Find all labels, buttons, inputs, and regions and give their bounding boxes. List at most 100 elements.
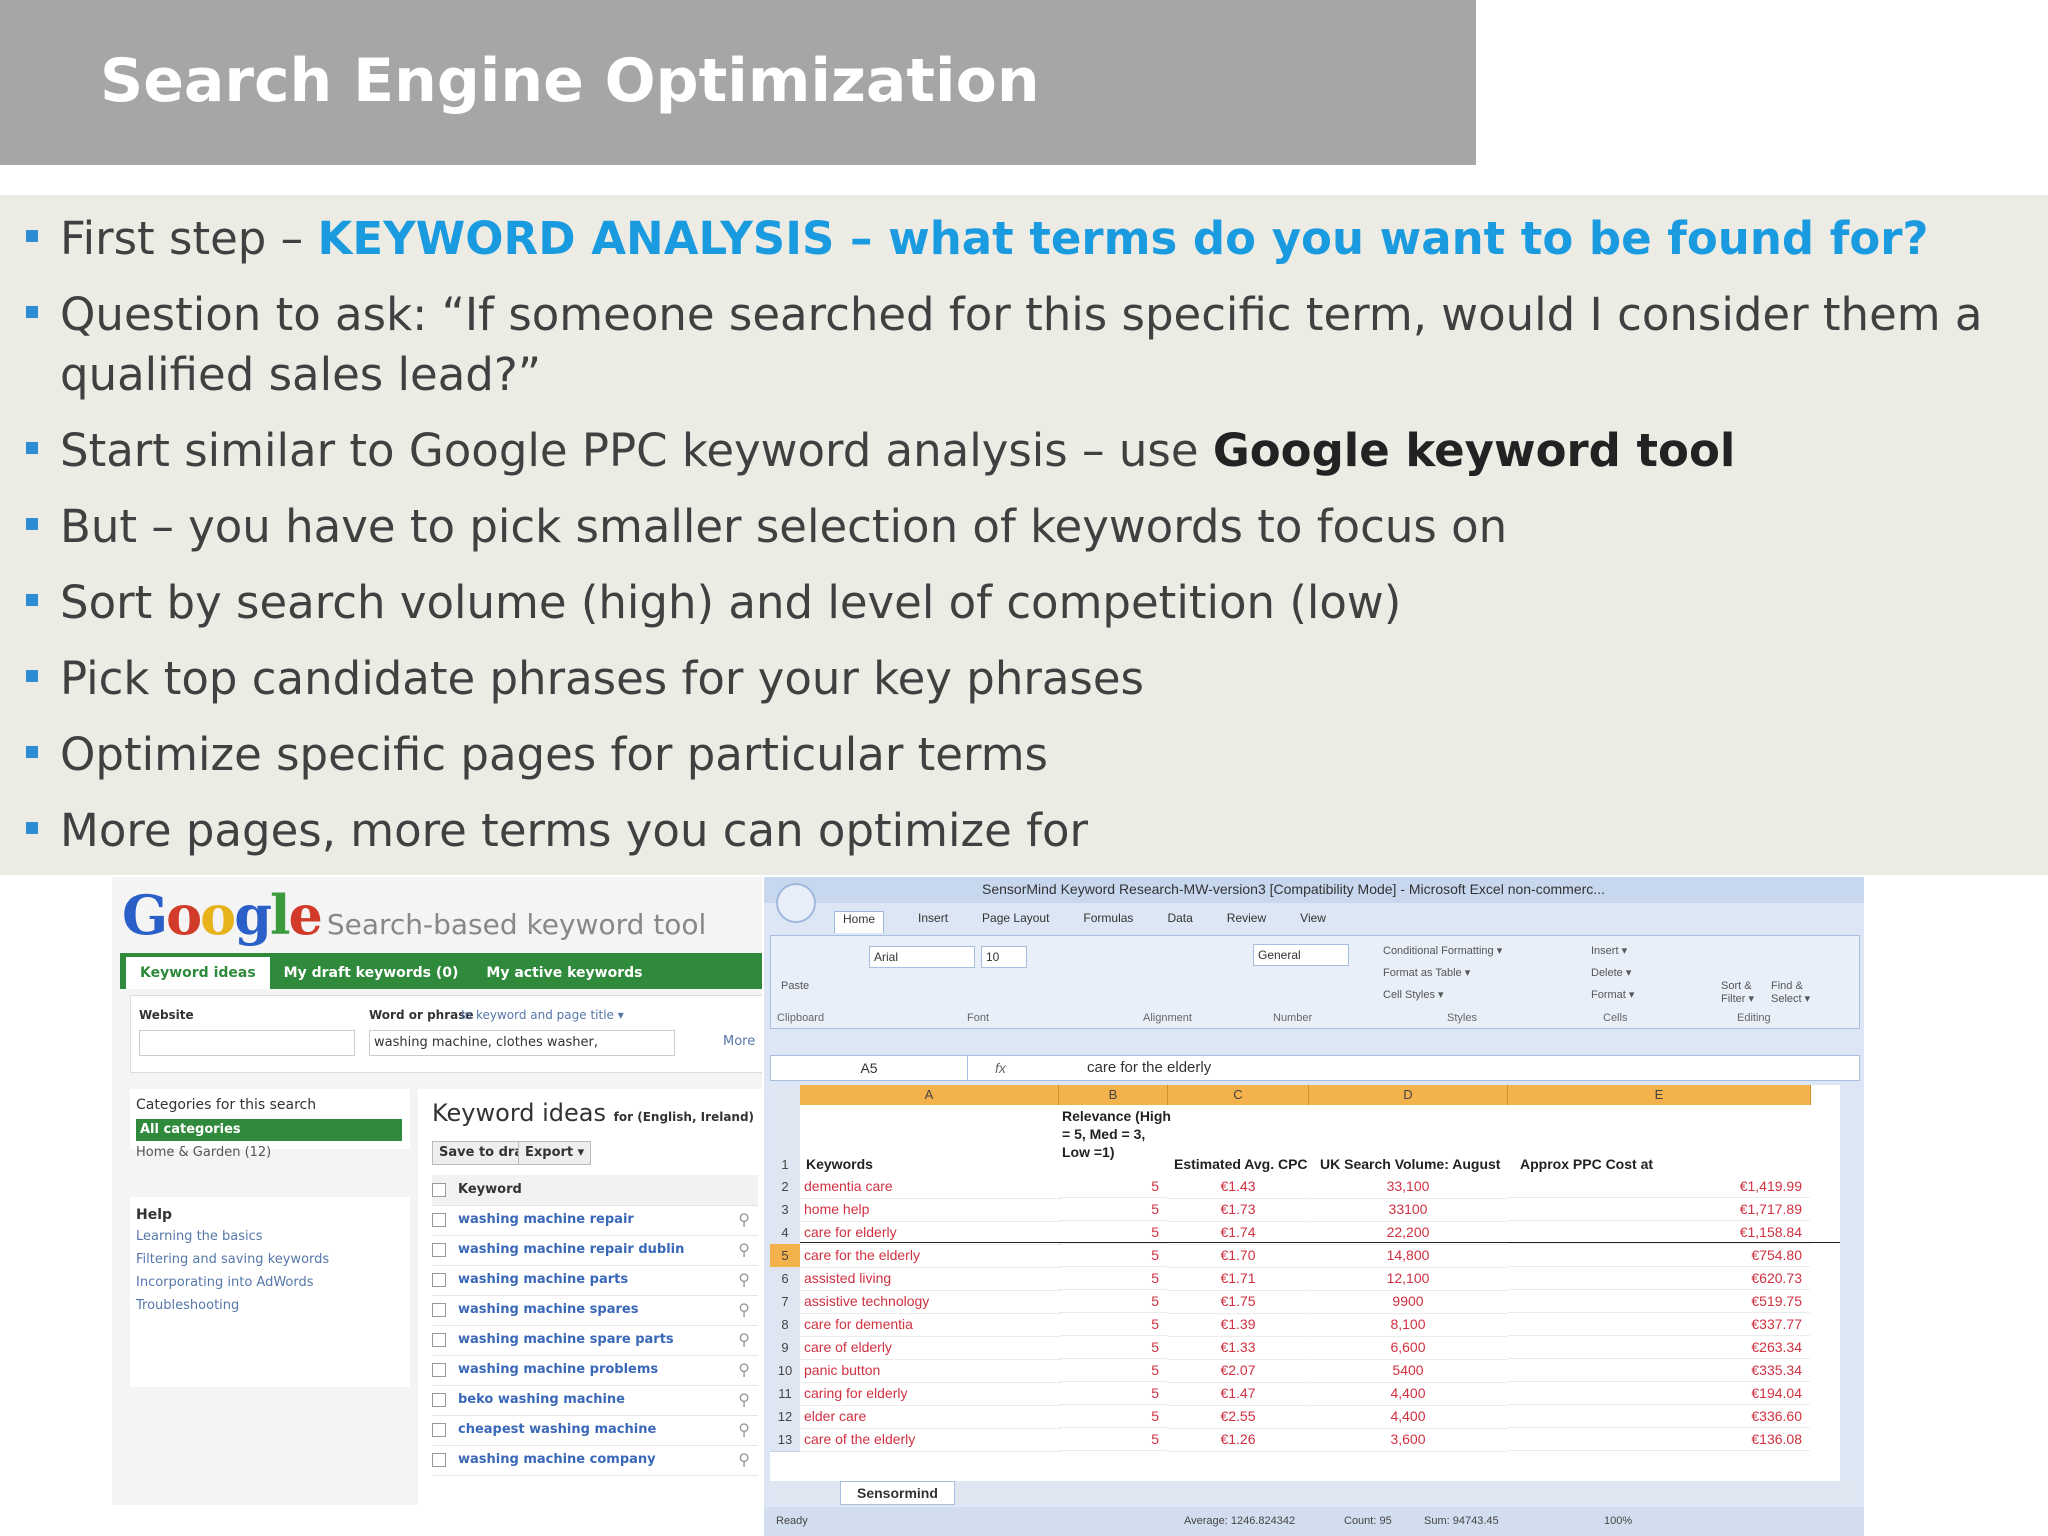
row-checkbox[interactable] xyxy=(432,1272,446,1287)
search-icon[interactable]: ⚲ xyxy=(738,1235,750,1265)
row-number[interactable]: 2 xyxy=(770,1175,800,1199)
cell-cost[interactable]: €1,419.99 xyxy=(1508,1175,1810,1198)
row-checkbox[interactable] xyxy=(432,1212,446,1227)
search-icon[interactable]: ⚲ xyxy=(738,1355,750,1385)
format-cells-button[interactable]: Format ▾ xyxy=(1591,988,1634,1001)
tab-review[interactable]: Review xyxy=(1227,911,1266,933)
cell-cpc[interactable]: €1.75 xyxy=(1168,1290,1308,1314)
search-icon[interactable]: ⚲ xyxy=(738,1325,750,1355)
row-number[interactable]: 10 xyxy=(770,1359,800,1383)
search-icon[interactable]: ⚲ xyxy=(738,1205,750,1235)
cell-cpc[interactable]: €1.70 xyxy=(1168,1244,1308,1268)
cell-kw[interactable]: care for the elderly xyxy=(800,1244,1062,1268)
tab-active-keywords[interactable]: My active keywords xyxy=(472,957,656,989)
cell-vol[interactable]: 4,400 xyxy=(1309,1405,1507,1429)
format-as-table-button[interactable]: Format as Table ▾ xyxy=(1383,966,1470,979)
keyword-row[interactable]: washing machine parts ⚲ xyxy=(432,1265,758,1296)
row-number[interactable]: 4 xyxy=(770,1221,800,1245)
tab-draft-keywords[interactable]: My draft keywords (0) xyxy=(270,957,473,989)
tab-keyword-ideas[interactable]: Keyword ideas xyxy=(126,957,270,989)
website-field[interactable] xyxy=(139,1030,355,1056)
select-all-corner[interactable] xyxy=(770,1085,800,1105)
cell-cpc[interactable]: €2.55 xyxy=(1168,1405,1308,1429)
office-button[interactable] xyxy=(776,883,816,923)
insert-cells-button[interactable]: Insert ▾ xyxy=(1591,944,1627,957)
paste-button[interactable]: Paste xyxy=(781,980,809,992)
help-link[interactable]: Learning the basics xyxy=(136,1229,410,1244)
phrase-field[interactable]: washing machine, clothes washer, xyxy=(369,1030,675,1056)
font-name-select[interactable]: Arial xyxy=(869,946,975,968)
more-link[interactable]: More xyxy=(723,1034,755,1049)
cell-kw[interactable]: assistive technology xyxy=(800,1290,1062,1314)
search-icon[interactable]: ⚲ xyxy=(738,1265,750,1295)
cell-cost[interactable]: €620.73 xyxy=(1508,1267,1810,1290)
row-number[interactable]: 9 xyxy=(770,1336,800,1360)
column-header-e[interactable]: E xyxy=(1508,1085,1811,1105)
search-icon[interactable]: ⚲ xyxy=(738,1385,750,1415)
cell-cpc[interactable]: €2.07 xyxy=(1168,1359,1308,1383)
cell-vol[interactable]: 12,100 xyxy=(1309,1267,1507,1291)
keyword-row[interactable]: cheapest washing machine ⚲ xyxy=(432,1415,758,1446)
cell-vol[interactable]: 9900 xyxy=(1309,1290,1507,1314)
delete-cells-button[interactable]: Delete ▾ xyxy=(1591,966,1631,979)
cell-rel[interactable]: 5 xyxy=(1059,1267,1167,1290)
cell-vol[interactable]: 33100 xyxy=(1309,1198,1507,1222)
tab-home[interactable]: Home xyxy=(834,911,885,933)
cell-kw[interactable]: dementia care xyxy=(800,1175,1062,1199)
name-box[interactable]: A5 xyxy=(771,1056,968,1080)
keyword-row[interactable]: washing machine spares ⚲ xyxy=(432,1295,758,1326)
cell-cpc[interactable]: €1.26 xyxy=(1168,1428,1308,1452)
cell-vol[interactable]: 4,400 xyxy=(1309,1382,1507,1406)
cell-rel[interactable]: 5 xyxy=(1059,1359,1167,1382)
search-icon[interactable]: ⚲ xyxy=(738,1445,750,1475)
keyword-row[interactable]: washing machine spare parts ⚲ xyxy=(432,1325,758,1356)
cell-cost[interactable]: €1,158.84 xyxy=(1508,1221,1810,1244)
zoom-level[interactable]: 100% xyxy=(1604,1515,1632,1527)
cell-rel[interactable]: 5 xyxy=(1059,1428,1167,1451)
search-icon[interactable]: ⚲ xyxy=(738,1295,750,1325)
cell-vol[interactable]: 33,100 xyxy=(1309,1175,1507,1199)
row-number[interactable]: 7 xyxy=(770,1290,800,1314)
cell-kw[interactable]: elder care xyxy=(800,1405,1062,1429)
row-number[interactable]: 6 xyxy=(770,1267,800,1291)
keyword-row[interactable]: washing machine repair ⚲ xyxy=(432,1205,758,1236)
cell-cpc[interactable]: €1.39 xyxy=(1168,1313,1308,1337)
cell-rel[interactable]: 5 xyxy=(1059,1382,1167,1405)
row-checkbox[interactable] xyxy=(432,1452,446,1467)
row-number[interactable]: 8 xyxy=(770,1313,800,1337)
tab-page-layout[interactable]: Page Layout xyxy=(982,911,1049,933)
column-header-d[interactable]: D xyxy=(1309,1085,1508,1105)
cell-cpc[interactable]: €1.47 xyxy=(1168,1382,1308,1406)
column-header-a[interactable]: A xyxy=(800,1085,1059,1105)
row-number[interactable]: 13 xyxy=(770,1428,800,1452)
tab-data[interactable]: Data xyxy=(1167,911,1192,933)
cell-styles-button[interactable]: Cell Styles ▾ xyxy=(1383,988,1444,1001)
number-format-select[interactable]: General xyxy=(1253,944,1349,966)
formula-input[interactable]: care for the elderly xyxy=(1087,1056,1211,1080)
cell-vol[interactable]: 6,600 xyxy=(1309,1336,1507,1360)
cell-vol[interactable]: 8,100 xyxy=(1309,1313,1507,1337)
cell-rel[interactable]: 5 xyxy=(1059,1313,1167,1336)
row-checkbox[interactable] xyxy=(432,1392,446,1407)
cell-rel[interactable]: 5 xyxy=(1059,1198,1167,1221)
row-checkbox[interactable] xyxy=(432,1332,446,1347)
keyword-row[interactable]: washing machine problems ⚲ xyxy=(432,1355,758,1386)
cell-cpc[interactable]: €1.33 xyxy=(1168,1336,1308,1360)
find-select-button[interactable]: Find & Select ▾ xyxy=(1771,980,1810,1005)
row-checkbox[interactable] xyxy=(432,1302,446,1317)
cell-rel[interactable]: 5 xyxy=(1059,1244,1167,1267)
cell-cpc[interactable]: €1.73 xyxy=(1168,1198,1308,1222)
cell-rel[interactable]: 5 xyxy=(1059,1405,1167,1428)
column-header-b[interactable]: B xyxy=(1059,1085,1168,1105)
font-size-select[interactable]: 10 xyxy=(981,946,1027,968)
cell-kw[interactable]: care of elderly xyxy=(800,1336,1062,1360)
help-link[interactable]: Incorporating into AdWords xyxy=(136,1275,410,1290)
keyword-row[interactable]: washing machine repair dublin ⚲ xyxy=(432,1235,758,1266)
cell-rel[interactable]: 5 xyxy=(1059,1336,1167,1359)
tab-insert[interactable]: Insert xyxy=(918,911,948,933)
cell-kw[interactable]: care for dementia xyxy=(800,1313,1062,1337)
cell-cost[interactable]: €136.08 xyxy=(1508,1428,1810,1451)
help-link[interactable]: Troubleshooting xyxy=(136,1298,410,1313)
search-icon[interactable]: ⚲ xyxy=(738,1415,750,1445)
cell-vol[interactable]: 14,800 xyxy=(1309,1244,1507,1268)
